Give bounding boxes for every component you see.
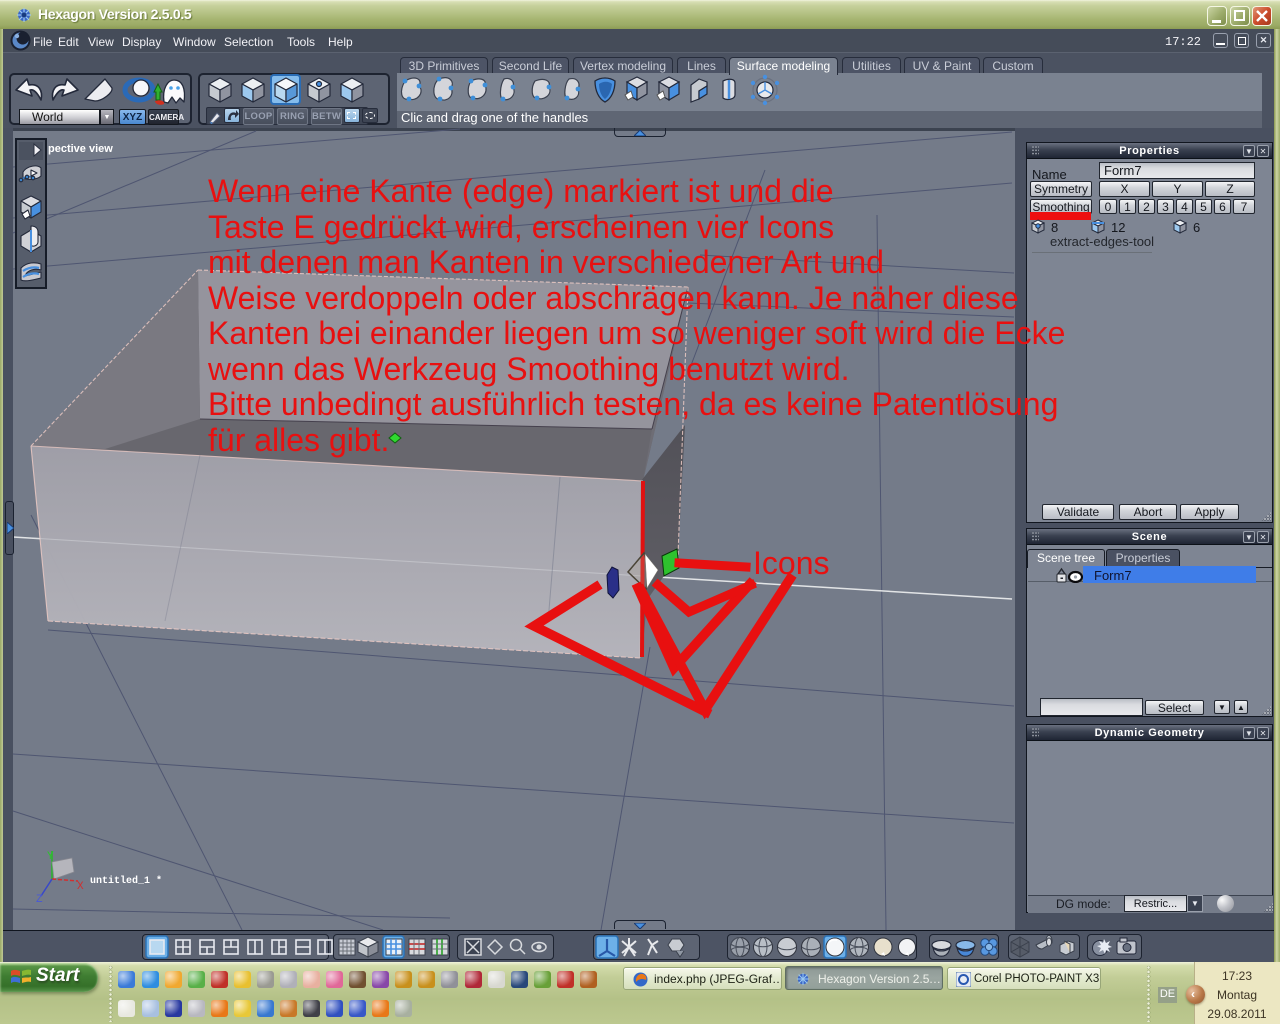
- svg-text:Z: Z: [36, 894, 43, 906]
- svg-text:12: 12: [1111, 220, 1125, 235]
- svg-text:Y: Y: [47, 851, 54, 863]
- svg-text:X: X: [77, 881, 84, 893]
- svg-text:6: 6: [1193, 220, 1200, 235]
